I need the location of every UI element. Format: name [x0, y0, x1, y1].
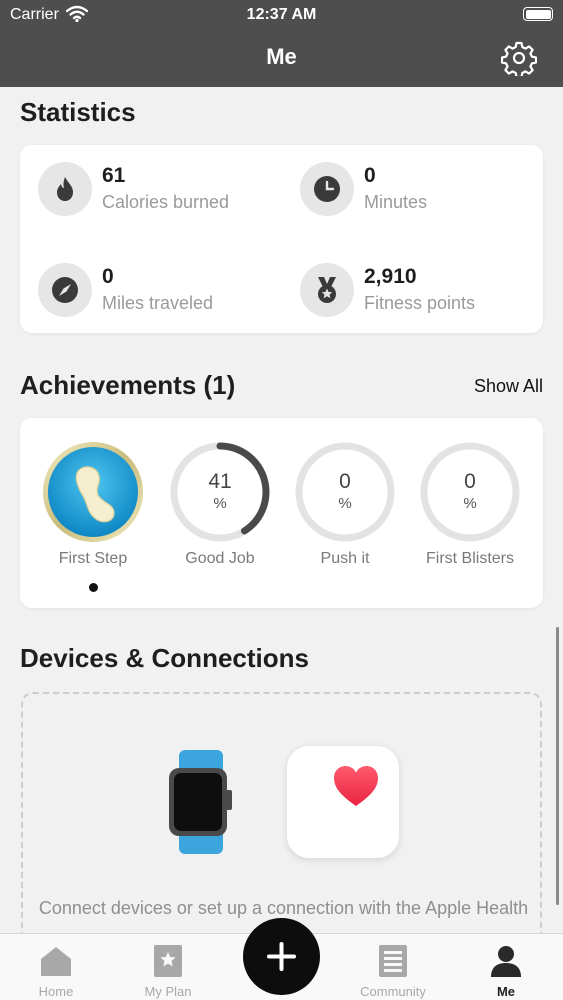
show-all-link[interactable]: Show All [474, 376, 543, 397]
achievement-percent-sign: % [463, 495, 477, 512]
achievement-name: Push it [320, 550, 370, 567]
status-time: 12:37 AM [246, 6, 317, 23]
document-icon [379, 945, 407, 977]
battery-icon [523, 7, 553, 21]
statistics-card: 61 Calories burned 0 Minutes 0 Miles tra… [20, 145, 543, 333]
stat-calories: 61 Calories burned [38, 162, 278, 222]
tab-label: Community [360, 984, 426, 999]
achievement-name: First Blisters [426, 550, 514, 567]
heart-icon [334, 766, 378, 806]
achievement-good-job[interactable]: 41 % Good Job [165, 440, 275, 580]
achievements-title: Achievements (1) [20, 370, 236, 400]
compass-icon [38, 263, 92, 317]
achievement-percent-sign: % [338, 495, 352, 512]
flame-icon [38, 162, 92, 216]
plus-icon [267, 942, 296, 971]
person-icon [491, 946, 521, 977]
stat-label: Fitness points [364, 293, 476, 313]
settings-gear-icon[interactable] [501, 40, 537, 76]
tab-community[interactable]: Community [337, 944, 449, 1000]
tab-label: Home [38, 984, 74, 999]
achievement-name: First Step [58, 550, 128, 567]
tab-my-plan[interactable]: My Plan [112, 944, 224, 1000]
stat-value: 2,910 [364, 265, 417, 288]
star-card-icon [154, 945, 182, 977]
nav-bar: Me [0, 30, 563, 87]
stat-miles: 0 Miles traveled [38, 263, 278, 323]
smartwatch-icon [169, 750, 232, 854]
achievement-percent: 0 [464, 470, 476, 493]
scrollbar[interactable] [556, 627, 559, 905]
tab-me[interactable]: Me [450, 944, 562, 1000]
status-bar: Carrier 12:37 AM [0, 0, 563, 30]
achievement-percent: 41 [208, 470, 232, 493]
apple-health-tile[interactable] [287, 746, 399, 858]
stat-fitness-points: 2,910 Fitness points [300, 263, 540, 323]
achievement-first-step[interactable]: First Step [38, 440, 148, 580]
add-button[interactable] [243, 918, 320, 995]
tab-label: My Plan [144, 984, 192, 999]
stat-label: Calories burned [102, 192, 230, 212]
achievement-push-it[interactable]: 0 % Push it [290, 440, 400, 580]
stat-minutes: 0 Minutes [300, 162, 540, 222]
tab-home[interactable]: Home [0, 944, 112, 1000]
achievement-percent: 0 [339, 470, 351, 493]
clock-icon [300, 162, 354, 216]
page-title: Me [266, 44, 297, 69]
home-icon [41, 947, 71, 976]
stat-value: 0 [102, 265, 114, 288]
stat-value: 0 [364, 164, 376, 187]
achievements-card: First Step 41 % Good Job 0 % Push it 0 %… [20, 418, 543, 608]
stat-label: Minutes [364, 192, 428, 212]
footprint-badge-icon [43, 442, 143, 542]
medal-icon [300, 263, 354, 317]
achievement-first-blisters[interactable]: 0 % First Blisters [415, 440, 525, 580]
stat-label: Miles traveled [102, 293, 214, 313]
page-indicator-dot [89, 583, 98, 592]
statistics-title: Statistics [20, 97, 136, 127]
achievement-percent-sign: % [213, 495, 227, 512]
achievement-name: Good Job [185, 550, 255, 567]
tab-label: Me [496, 984, 516, 999]
devices-title: Devices & Connections [20, 643, 309, 673]
stat-value: 61 [102, 164, 126, 187]
